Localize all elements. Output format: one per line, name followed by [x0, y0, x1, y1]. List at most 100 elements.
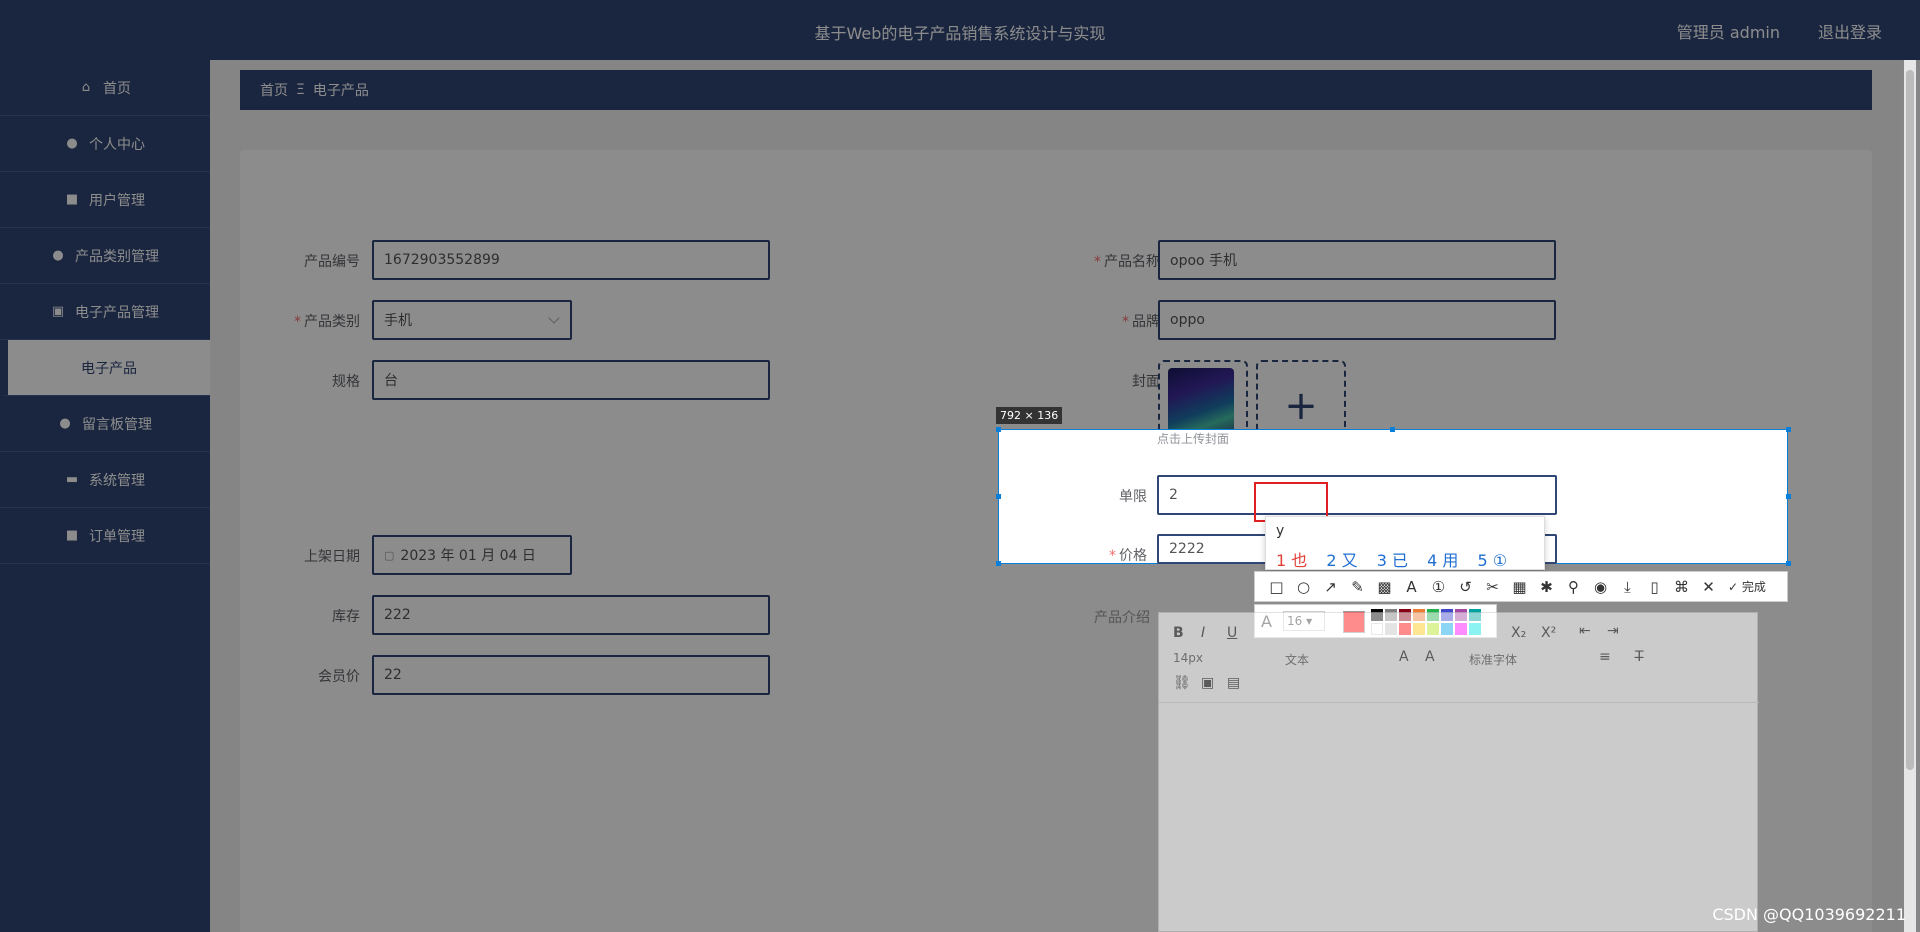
clipboard-icon: ▣ — [51, 303, 65, 319]
sidebar-item-user-management[interactable]: ■ 用户管理 — [0, 172, 210, 228]
page-scrollbar[interactable] — [1904, 60, 1916, 932]
stock-input[interactable]: 222 — [372, 595, 770, 635]
shelf-date-value: 2023 年 01 月 04 日 — [400, 548, 536, 564]
translate-icon[interactable]: ✱ — [1533, 576, 1560, 598]
spec-input[interactable]: 台 — [372, 360, 770, 400]
outdent-icon[interactable]: ⇤ — [1579, 623, 1591, 639]
resize-handle[interactable] — [1390, 427, 1395, 432]
category-select[interactable]: 手机 — [372, 300, 572, 340]
product-no-input[interactable]: 1672903552899 — [372, 240, 770, 280]
shelf-date-picker[interactable]: ▢ 2023 年 01 月 04 日 — [372, 535, 572, 575]
limit-input[interactable]: 2 — [1157, 475, 1557, 515]
member-price-input[interactable]: 22 — [372, 655, 770, 695]
link-icon[interactable]: ⛓ — [1173, 675, 1191, 691]
product-no-value: 1672903552899 — [384, 252, 500, 268]
ime-candidate[interactable]: 5 ① — [1478, 551, 1508, 570]
ellipse-tool-icon[interactable]: ○ — [1290, 576, 1317, 598]
resize-handle[interactable] — [996, 494, 1001, 499]
sidebar-subitem-products[interactable]: 电子产品 — [0, 340, 210, 396]
subscript-icon[interactable]: X₂ — [1511, 625, 1526, 641]
bold-icon[interactable]: B — [1173, 625, 1184, 641]
user-icon: ● — [52, 247, 64, 263]
pen-tool-icon[interactable]: ✎ — [1344, 576, 1371, 598]
superscript-icon[interactable]: X² — [1541, 625, 1556, 641]
sidebar-item-home[interactable]: ⌂ 首页 — [0, 60, 210, 116]
brand-value: oppo — [1170, 312, 1205, 328]
record-icon[interactable]: ◉ — [1587, 576, 1614, 598]
sidebar-item-system-management[interactable]: ▬ 系统管理 — [0, 452, 210, 508]
clear-format-icon[interactable]: T̶ — [1635, 649, 1644, 665]
sidebar-item-label: 订单管理 — [89, 528, 145, 545]
brand-label: * 品牌 — [1122, 314, 1160, 330]
breadcrumb-home[interactable]: 首页 — [260, 80, 288, 100]
font-color-icon[interactable]: A — [1399, 649, 1409, 665]
underline-icon[interactable]: U — [1227, 625, 1237, 641]
resize-handle[interactable] — [996, 561, 1001, 566]
undo-icon[interactable]: ↺ — [1452, 576, 1479, 598]
ime-candidate[interactable]: 4 用 — [1427, 551, 1458, 570]
sidebar-item-label: 留言板管理 — [82, 416, 152, 433]
font-family-select[interactable]: 标准字体 — [1469, 651, 1517, 668]
done-button[interactable]: ✓ 完成 — [1728, 578, 1766, 595]
sidebar-item-label: 产品类别管理 — [75, 248, 159, 265]
resize-handle[interactable] — [1786, 427, 1791, 432]
sidebar-item-label: 用户管理 — [89, 192, 145, 209]
scrollbar-thumb[interactable] — [1906, 70, 1914, 770]
editor-toolbar: B I U X₂ X² ⇤ ⇥ 14px 文本 A A 标准字体 ≡ T̶ ⛓ … — [1159, 613, 1759, 703]
grid-icon: ■ — [65, 527, 79, 543]
product-name-value: opoo 手机 — [1170, 253, 1238, 269]
number-tool-icon[interactable]: ① — [1425, 576, 1452, 598]
sidebar-item-product-management[interactable]: ▣ 电子产品管理 — [0, 284, 210, 340]
shelf-date-label: 上架日期 — [304, 549, 360, 565]
arrow-tool-icon[interactable]: ↗ — [1317, 576, 1344, 598]
image-icon[interactable]: ▣ — [1201, 675, 1214, 691]
screenshot-toolbar: □ ○ ↗ ✎ ▩ A ① ↺ ✂ ▦ ✱ ⚲ ◉ ⤓ ▯ ⌘ ✕ ✓ 完成 — [1254, 571, 1788, 602]
ime-candidate-window: y 1 也 2 又 3 已 4 用 5 ① — [1265, 516, 1545, 570]
resize-handle[interactable] — [996, 427, 1001, 432]
phone-icon[interactable]: ▯ — [1641, 576, 1668, 598]
ime-candidate[interactable]: 3 已 — [1377, 551, 1408, 570]
resize-handle[interactable] — [1786, 494, 1791, 499]
download-icon[interactable]: ⤓ — [1614, 576, 1641, 598]
screen-recording-icon[interactable]: ✂ — [1479, 576, 1506, 598]
video-icon[interactable]: ▤ — [1227, 675, 1240, 691]
ime-candidate[interactable]: 2 又 — [1326, 551, 1357, 570]
limit-value: 2 — [1169, 487, 1178, 503]
brand-input[interactable]: oppo — [1158, 300, 1556, 340]
italic-icon[interactable]: I — [1201, 625, 1205, 641]
header-select[interactable]: 文本 — [1285, 651, 1309, 668]
product-intro-editor[interactable]: B I U X₂ X² ⇤ ⇥ 14px 文本 A A 标准字体 ≡ T̶ ⛓ … — [1158, 612, 1759, 932]
logout-link[interactable]: 退出登录 — [1818, 19, 1882, 43]
sidebar-item-category-management[interactable]: ● 产品类别管理 — [0, 228, 210, 284]
font-size-select[interactable]: 14px — [1173, 651, 1203, 665]
breadcrumb: 首页 Ξ 电子产品 — [240, 70, 1872, 110]
text-tool-icon[interactable]: A — [1398, 576, 1425, 598]
sidebar-item-label: 电子产品 — [81, 360, 137, 377]
background-color-icon[interactable]: A — [1425, 649, 1435, 665]
close-icon[interactable]: ✕ — [1695, 576, 1722, 598]
ime-composition: y — [1276, 523, 1285, 539]
cover-label: 封面 — [1132, 374, 1160, 390]
sidebar-item-order-management[interactable]: ■ 订单管理 — [0, 508, 210, 564]
sidebar-item-personal-center[interactable]: ● 个人中心 — [0, 116, 210, 172]
pin-icon[interactable]: ⚲ — [1560, 576, 1587, 598]
indent-icon[interactable]: ⇥ — [1607, 623, 1619, 639]
bookmark-icon[interactable]: ⌘ — [1668, 576, 1695, 598]
watermark: CSDN @QQ1039692211 — [1712, 905, 1906, 924]
rectangle-tool-icon[interactable]: □ — [1263, 576, 1290, 598]
product-name-input[interactable]: opoo 手机 — [1158, 240, 1556, 280]
product-no-label: 产品编号 — [304, 254, 360, 270]
ocr-icon[interactable]: ▦ — [1506, 576, 1533, 598]
cover-upload-hint: 点击上传封面 — [1157, 432, 1230, 446]
resize-handle[interactable] — [1786, 561, 1791, 566]
chevron-down-icon — [548, 312, 560, 324]
sidebar-item-message-board[interactable]: ● 留言板管理 — [0, 396, 210, 452]
selection-size-readout: 792 × 136 — [996, 407, 1063, 424]
top-header: 基于Web的电子产品销售系统设计与实现 管理员 admin 退出登录 — [0, 0, 1920, 60]
breadcrumb-current: 电子产品 — [312, 83, 369, 99]
mosaic-tool-icon[interactable]: ▩ — [1371, 576, 1398, 598]
ime-candidate[interactable]: 1 也 — [1276, 551, 1307, 570]
user-icon: ● — [66, 135, 78, 151]
app-title: 基于Web的电子产品销售系统设计与实现 — [814, 24, 1106, 43]
align-icon[interactable]: ≡ — [1599, 649, 1611, 665]
